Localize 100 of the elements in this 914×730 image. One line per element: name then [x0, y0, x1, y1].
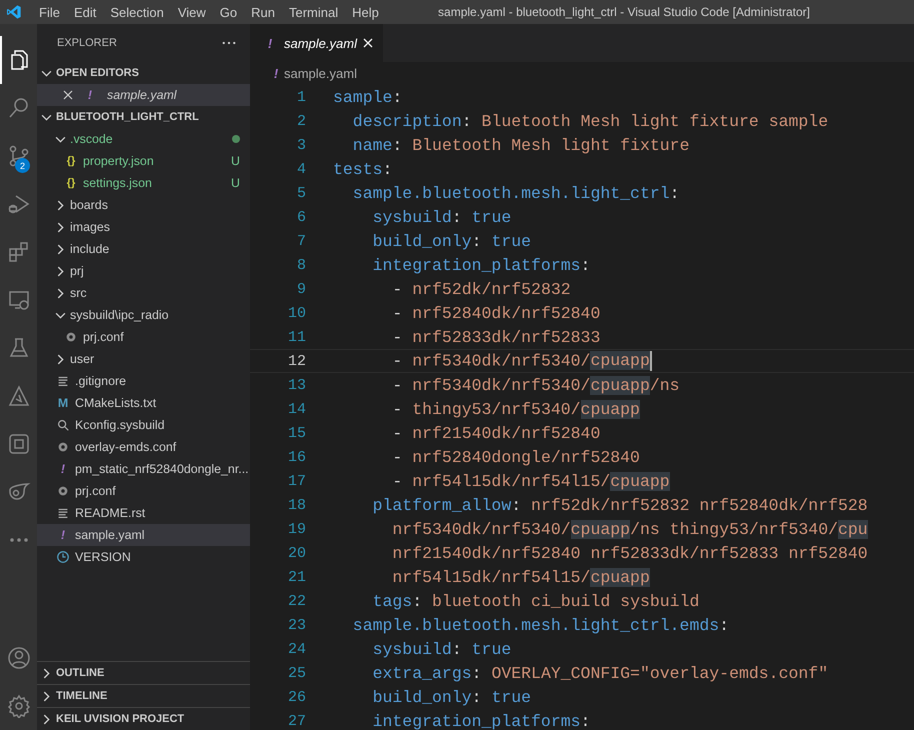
file-tree-item[interactable]: prj.conf	[37, 326, 250, 348]
code-line: sysbuild: true	[372, 640, 512, 658]
code-line: - nrf52dk/nrf52832	[391, 280, 571, 298]
line-number: 14	[286, 400, 306, 418]
code-line: nrf54l15dk/nrf54l15/cpuapp	[391, 568, 650, 586]
line-number: 16	[286, 448, 306, 466]
line-number: 19	[286, 520, 306, 538]
file-tree-item[interactable]: ! sample.yaml	[37, 524, 250, 546]
code-line: nrf21540dk/nrf52840 nrf52833dk/nrf52833 nrf52840	[391, 544, 868, 562]
file-tree-item[interactable]: README.rst	[37, 502, 250, 524]
json-file-icon: {}	[63, 177, 79, 189]
code-line: name: Bluetooth Mesh light fixture	[352, 136, 690, 154]
line-number: 21	[286, 568, 306, 586]
menu-item[interactable]: Run	[244, 4, 282, 20]
code-line: extra_args: OVERLAY_CONFIG="overlay-emds.conf"	[372, 664, 828, 682]
code-line: nrf5340dk/nrf5340/cpuapp/ns thingy53/nrf5340/cpu	[391, 520, 868, 538]
yaml-file-icon: !	[268, 66, 284, 80]
chevron-icon	[55, 244, 66, 254]
app-logo-icon	[6, 4, 22, 20]
line-number: 3	[296, 136, 306, 154]
sidebar-title: EXPLORER	[57, 37, 117, 49]
code-line: sample:	[333, 88, 402, 106]
menu-item[interactable]: View	[170, 4, 213, 20]
section-header[interactable]: OPEN EDITORS	[37, 62, 250, 84]
code-line: - nrf5340dk/nrf5340/cpuapp/ns	[391, 376, 680, 394]
file-tree-item[interactable]: M CMakeLists.txt	[37, 392, 250, 414]
menu-item[interactable]: Terminal	[282, 4, 346, 20]
menu-item[interactable]: Edit	[66, 4, 104, 20]
section-header[interactable]: BLUETOOTH_LIGHT_CTRL	[37, 106, 250, 128]
code-line: - nrf52833dk/nrf52833	[391, 328, 600, 346]
file-tree-item[interactable]: ! pm_static_nrf52840dongle_nr...	[37, 458, 250, 480]
code-line: tests:	[333, 160, 392, 178]
section-header[interactable]: KEIL UVISION PROJECT	[37, 707, 250, 730]
code-line: - nrf52840dongle/nrf52840	[391, 448, 640, 466]
yaml-file-icon: !	[82, 88, 98, 102]
file-tree-item[interactable]: Kconfig.sysbuild	[37, 414, 250, 436]
line-number: 27	[286, 712, 306, 730]
json-file-icon: {}	[63, 155, 79, 167]
file-tree-item[interactable]: user	[37, 348, 250, 370]
clock-icon	[56, 550, 70, 564]
line-number: 6	[296, 208, 306, 226]
line-number: 9	[296, 280, 306, 298]
open-editor-item[interactable]: ! sample.yaml	[37, 84, 250, 106]
menu-item[interactable]: Selection	[103, 4, 171, 20]
code-line: description: Bluetooth Mesh light fixture sample	[352, 112, 828, 130]
line-number: 24	[286, 640, 306, 658]
line-number: 4	[296, 160, 306, 178]
line-number: 12	[286, 352, 306, 370]
chevron-icon	[55, 354, 66, 364]
code-line: sysbuild: true	[372, 208, 512, 226]
file-tree-item[interactable]: boards	[37, 194, 250, 216]
file-tree-item[interactable]: sysbuild\ipc_radio	[37, 304, 250, 326]
code-line: sample.bluetooth.mesh.light_ctrl:	[352, 184, 680, 202]
code-line: - thingy53/nrf5340/cpuapp	[391, 400, 640, 418]
file-tree-item[interactable]: overlay-emds.conf	[37, 436, 250, 458]
file-tree-item[interactable]: prj.conf	[37, 480, 250, 502]
chevron-icon	[55, 266, 66, 276]
magnifier-icon	[56, 418, 70, 432]
line-number: 20	[286, 544, 306, 562]
chevron-icon	[55, 288, 66, 298]
file-tree-item[interactable]: .vscode	[37, 128, 250, 150]
line-number: 2	[296, 112, 306, 130]
line-number: 5	[296, 184, 306, 202]
line-number: 8	[296, 256, 306, 274]
code-line: build_only: true	[372, 232, 532, 250]
file-tree-item[interactable]: include	[37, 238, 250, 260]
text-lines-icon	[56, 374, 70, 388]
file-tree-item[interactable]: images	[37, 216, 250, 238]
yaml-file-icon: !	[262, 36, 278, 50]
line-number: 22	[286, 592, 306, 610]
editor-tab[interactable]: ! sample.yaml	[250, 24, 383, 62]
file-tree-item[interactable]: src	[37, 282, 250, 304]
window-title: sample.yaml - bluetooth_light_ctrl - Visual Studio Code [Administrator]	[438, 5, 810, 19]
menu-item[interactable]: Help	[345, 4, 386, 20]
line-number: 18	[286, 496, 306, 514]
yaml-file-icon: !	[55, 528, 71, 542]
section-header[interactable]: TIMELINE	[37, 684, 250, 707]
line-number: 26	[286, 688, 306, 706]
code-line: - nrf52840dk/nrf52840	[391, 304, 600, 322]
code-line: build_only: true	[372, 688, 532, 706]
menu-item[interactable]: File	[32, 4, 67, 20]
yaml-file-icon: !	[55, 462, 71, 476]
close-icon[interactable]	[63, 90, 73, 100]
code-line: sample.bluetooth.mesh.light_ctrl.emds:	[352, 616, 730, 634]
line-number: 11	[286, 328, 306, 346]
notification-badge: 2	[15, 158, 30, 173]
breadcrumb[interactable]: sample.yaml	[284, 66, 357, 80]
file-tree-item[interactable]: {} property.json U	[37, 150, 250, 172]
code-line: integration_platforms:	[372, 712, 590, 730]
code-line: - nrf5340dk/nrf5340/cpuapp	[391, 351, 652, 371]
line-number: 1	[296, 88, 306, 106]
file-tree-item[interactable]: VERSION	[37, 546, 250, 568]
section-header[interactable]: OUTLINE	[37, 661, 250, 684]
line-number: 25	[286, 664, 306, 682]
file-tree-item[interactable]: prj	[37, 260, 250, 282]
cmake-file-icon: M	[55, 396, 71, 410]
more-icon[interactable]	[222, 41, 236, 45]
file-tree-item[interactable]: {} settings.json U	[37, 172, 250, 194]
menu-item[interactable]: Go	[212, 4, 244, 20]
file-tree-item[interactable]: .gitignore	[37, 370, 250, 392]
